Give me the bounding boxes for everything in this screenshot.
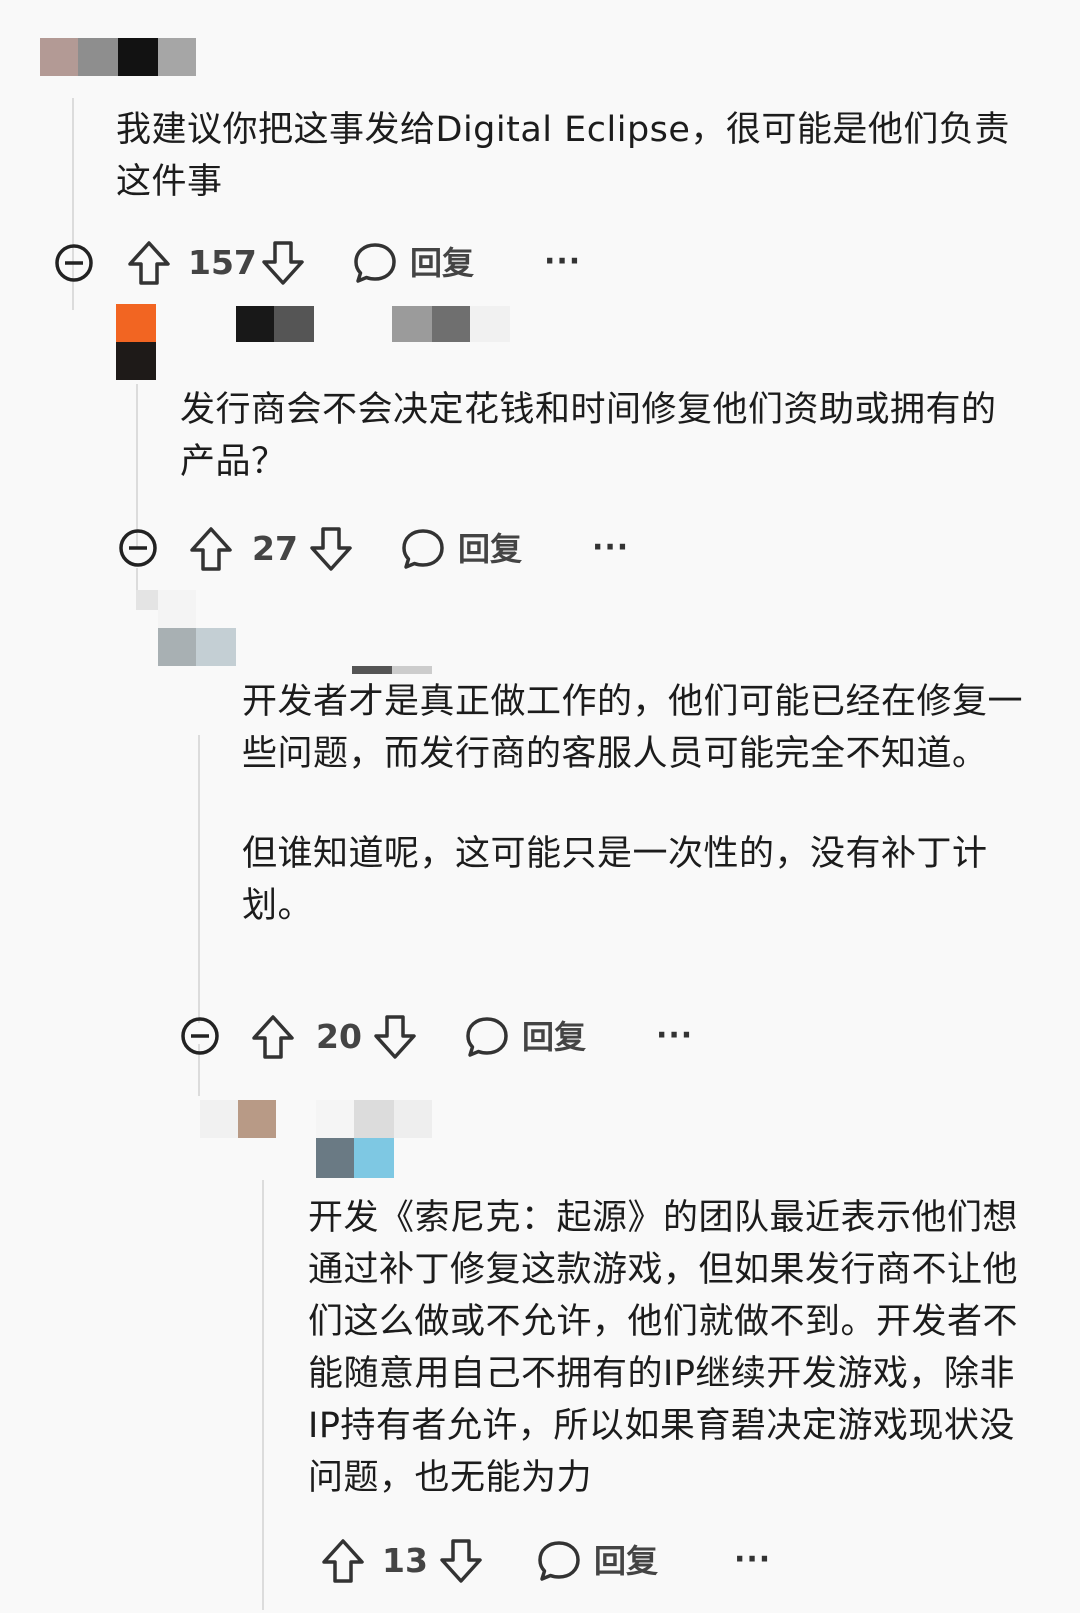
reply-label[interactable]: 回复 (410, 238, 474, 288)
redacted-username (352, 666, 432, 674)
downvote-button[interactable] (436, 1536, 486, 1586)
redacted-username (236, 306, 516, 342)
vote-count: 20 (316, 1017, 362, 1056)
minus-circle-icon (55, 244, 93, 282)
comment-body: 开发《索尼克：起源》的团队最近表示他们想通过补丁修复这款游戏，但如果发行商不让他… (308, 1192, 1028, 1504)
downvote-button[interactable] (258, 238, 308, 288)
arrow-up-icon (322, 1539, 364, 1583)
vote-count: 27 (252, 529, 298, 568)
ellipsis-icon: ··· (656, 1018, 694, 1053)
upvote-button[interactable] (248, 1012, 298, 1062)
ellipsis-icon: ··· (734, 1542, 772, 1577)
comment-body: 发行商会不会决定花钱和时间修复他们资助或拥有的产品？ (180, 384, 1020, 488)
thread-line (198, 735, 200, 1023)
more-options-button[interactable]: ··· (656, 1014, 693, 1058)
chat-bubble-icon (538, 1541, 580, 1581)
reply-label[interactable]: 回复 (458, 524, 522, 574)
downvote-button[interactable] (370, 1012, 420, 1062)
thread-line (262, 1180, 264, 1610)
arrow-up-icon (190, 527, 232, 571)
downvote-button[interactable] (306, 524, 356, 574)
arrow-down-icon (310, 527, 352, 571)
reply-button[interactable] (464, 1014, 510, 1060)
collapse-button[interactable] (118, 528, 158, 568)
comment-body: 开发者才是真正做工作的，他们可能已经在修复一些问题，而发行商的客服人员可能完全不… (242, 676, 1032, 932)
avatar[interactable] (136, 590, 236, 666)
comment-paragraph: 发行商会不会决定花钱和时间修复他们资助或拥有的产品？ (180, 390, 997, 482)
reply-button[interactable] (352, 240, 398, 286)
reply-label[interactable]: 回复 (594, 1536, 658, 1586)
comment-actions: 13 回复 ··· (318, 1536, 798, 1596)
redacted-username (316, 1100, 436, 1178)
redacted-username (40, 38, 196, 76)
arrow-up-icon (128, 241, 170, 285)
minus-circle-icon (181, 1017, 219, 1055)
comment-paragraph: 开发者才是真正做工作的，他们可能已经在修复一些问题，而发行商的客服人员可能完全不… (242, 682, 1024, 774)
more-options-button[interactable]: ··· (544, 240, 581, 284)
reply-button[interactable] (536, 1538, 582, 1584)
comment-paragraph: 开发《索尼克：起源》的团队最近表示他们想通过补丁修复这款游戏，但如果发行商不让他… (308, 1198, 1019, 1498)
comment-body: 我建议你把这事发给Digital Eclipse，很可能是他们负责这件事 (116, 104, 1036, 208)
comment-actions: 157 回复 ··· (54, 238, 614, 298)
arrow-down-icon (262, 241, 304, 285)
comment-actions: 20 回复 ··· (180, 1012, 740, 1072)
reply-label[interactable]: 回复 (522, 1012, 586, 1062)
avatar[interactable] (200, 1100, 276, 1138)
comment-paragraph: 但谁知道呢，这可能只是一次性的，没有补丁计划。 (242, 834, 988, 926)
upvote-button[interactable] (186, 524, 236, 574)
comment-actions: 27 回复 ··· (118, 524, 678, 584)
upvote-button[interactable] (318, 1536, 368, 1586)
chat-bubble-icon (466, 1017, 508, 1057)
arrow-down-icon (374, 1015, 416, 1059)
upvote-button[interactable] (124, 238, 174, 288)
arrow-up-icon (252, 1015, 294, 1059)
ellipsis-icon: ··· (592, 530, 630, 565)
collapse-button[interactable] (54, 243, 94, 283)
vote-count: 13 (382, 1541, 428, 1580)
minus-circle-icon (119, 529, 157, 567)
more-options-button[interactable]: ··· (592, 526, 629, 570)
chat-bubble-icon (402, 529, 444, 569)
reply-button[interactable] (400, 526, 446, 572)
chat-bubble-icon (354, 243, 396, 283)
ellipsis-icon: ··· (544, 244, 582, 279)
vote-count: 157 (188, 243, 257, 282)
comment-paragraph: 我建议你把这事发给Digital Eclipse，很可能是他们负责这件事 (116, 110, 1010, 202)
avatar[interactable] (116, 304, 156, 380)
arrow-down-icon (440, 1539, 482, 1583)
collapse-button[interactable] (180, 1016, 220, 1056)
more-options-button[interactable]: ··· (734, 1538, 771, 1582)
